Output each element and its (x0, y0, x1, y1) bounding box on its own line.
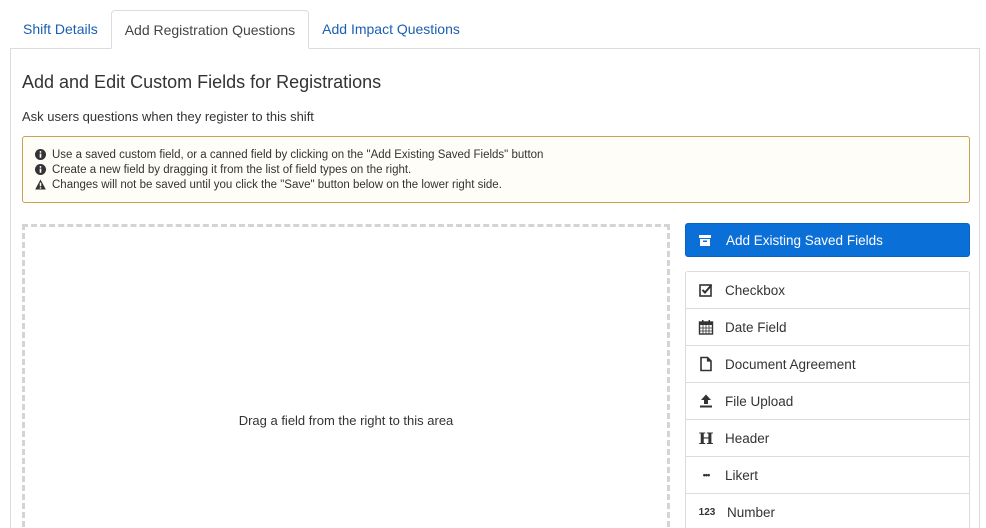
header-icon: H (698, 428, 714, 448)
field-type-label: Number (727, 504, 776, 520)
likert-icon: ••• (702, 470, 710, 480)
tab-shift-details[interactable]: Shift Details (10, 10, 111, 49)
field-type-file-upload[interactable]: File Upload (685, 383, 970, 420)
number-icon: 123 (698, 506, 716, 518)
field-type-list: Checkbox Date Field Document Agreement F… (685, 271, 970, 528)
field-type-document-agreement[interactable]: Document Agreement (685, 346, 970, 383)
field-type-label: File Upload (725, 393, 794, 409)
add-existing-saved-fields-label: Add Existing Saved Fields (726, 232, 883, 248)
field-type-label: Likert (725, 467, 759, 483)
alert-text: Changes will not be saved until you clic… (52, 178, 502, 191)
field-type-label: Checkbox (725, 282, 786, 298)
field-type-number[interactable]: 123 Number (685, 494, 970, 528)
dropzone-text: Drag a field from the right to this area (238, 413, 454, 428)
upload-icon (700, 394, 712, 408)
alert-line: Use a saved custom field, or a canned fi… (35, 147, 957, 162)
field-type-label: Document Agreement (725, 356, 856, 372)
checkbox-icon (699, 284, 713, 297)
info-icon (35, 149, 46, 160)
field-type-date[interactable]: Date Field (685, 309, 970, 346)
alert-line: Changes will not be saved until you clic… (35, 177, 957, 192)
page-subtitle: Ask users questions when they register t… (22, 109, 314, 124)
field-type-label: Date Field (725, 319, 787, 335)
warning-icon (35, 179, 46, 190)
field-type-header[interactable]: H Header (685, 420, 970, 457)
alert-text: Create a new field by dragging it from t… (52, 163, 412, 176)
page-title: Add and Edit Custom Fields for Registrat… (22, 72, 382, 92)
tab-bar: Shift Details Add Registration Questions… (10, 10, 473, 49)
field-type-label: Header (725, 430, 770, 446)
archive-box-icon (699, 235, 711, 246)
instructions-alert: Use a saved custom field, or a canned fi… (22, 136, 970, 203)
tab-add-registration-questions[interactable]: Add Registration Questions (110, 10, 310, 49)
alert-text: Use a saved custom field, or a canned fi… (52, 148, 544, 161)
calendar-icon (698, 320, 714, 335)
info-icon (35, 164, 46, 175)
tab-panel: Add and Edit Custom Fields for Registrat… (10, 48, 980, 528)
field-type-likert[interactable]: ••• Likert (685, 457, 970, 494)
alert-line: Create a new field by dragging it from t… (35, 162, 957, 177)
field-dropzone[interactable]: Drag a field from the right to this area (22, 224, 670, 528)
field-type-checkbox[interactable]: Checkbox (685, 272, 970, 309)
tab-add-impact-questions[interactable]: Add Impact Questions (309, 10, 473, 49)
document-icon (700, 356, 712, 372)
add-existing-saved-fields-button[interactable]: Add Existing Saved Fields (685, 223, 970, 257)
